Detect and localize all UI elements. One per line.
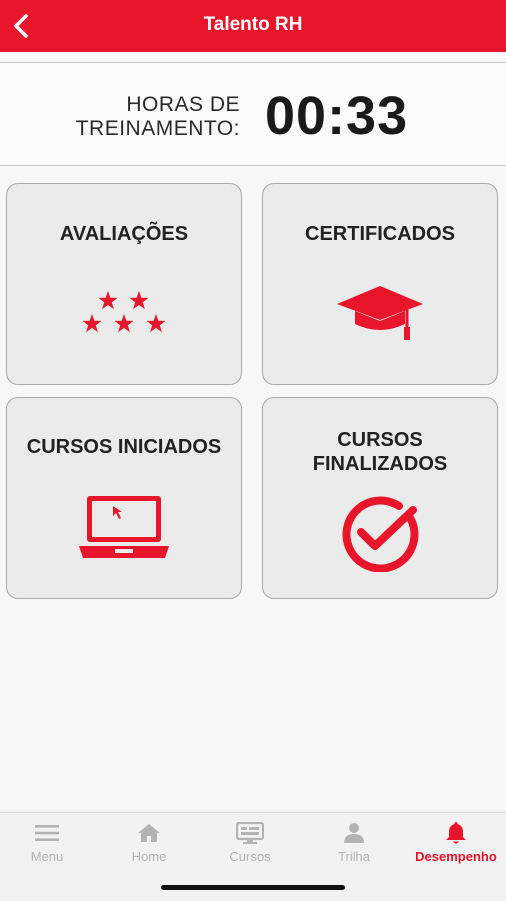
top-bar: Talento RH (0, 0, 506, 52)
training-hours-panel: HORAS DE TREINAMENTO: 00:33 (0, 62, 506, 166)
laptop-icon (7, 494, 241, 560)
training-hours-label: HORAS DE TREINAMENTO: (75, 93, 240, 140)
card-avaliacoes[interactable]: AVALIAÇÕES (6, 183, 242, 385)
nav-item-trilha[interactable]: Trilha (304, 821, 404, 871)
check-circle-icon (263, 494, 497, 572)
training-hours-value: 00:33 (265, 86, 409, 146)
nav-item-cursos[interactable]: Cursos (200, 821, 300, 871)
card-cursos-iniciados[interactable]: CURSOS INICIADOS (6, 397, 242, 599)
card-title-certificados: CERTIFICADOS (305, 223, 455, 245)
nav-item-menu[interactable]: Menu (0, 821, 97, 871)
person-icon (304, 821, 404, 845)
card-cursos-finalizados[interactable]: CURSOS FINALIZADOS (262, 397, 498, 599)
app-title: Talento RH (203, 14, 303, 35)
card-title-cursos-finalizados: CURSOS FINALIZADOS (312, 429, 448, 475)
nav-item-home[interactable]: Home (99, 821, 199, 871)
card-title-cursos-iniciados: CURSOS INICIADOS (26, 436, 222, 458)
card-certificados[interactable]: CERTIFICADOS (262, 183, 498, 385)
stars-icon (7, 290, 241, 336)
home-indicator (161, 885, 345, 890)
hamburger-icon (0, 821, 97, 845)
card-title-avaliacoes: AVALIAÇÕES (59, 223, 189, 245)
nav-item-desempenho[interactable]: Desempenho (406, 821, 506, 871)
home-icon (99, 821, 199, 845)
courses-icon (200, 821, 300, 845)
bell-icon (406, 821, 506, 845)
graduation-cap-icon (263, 284, 497, 342)
